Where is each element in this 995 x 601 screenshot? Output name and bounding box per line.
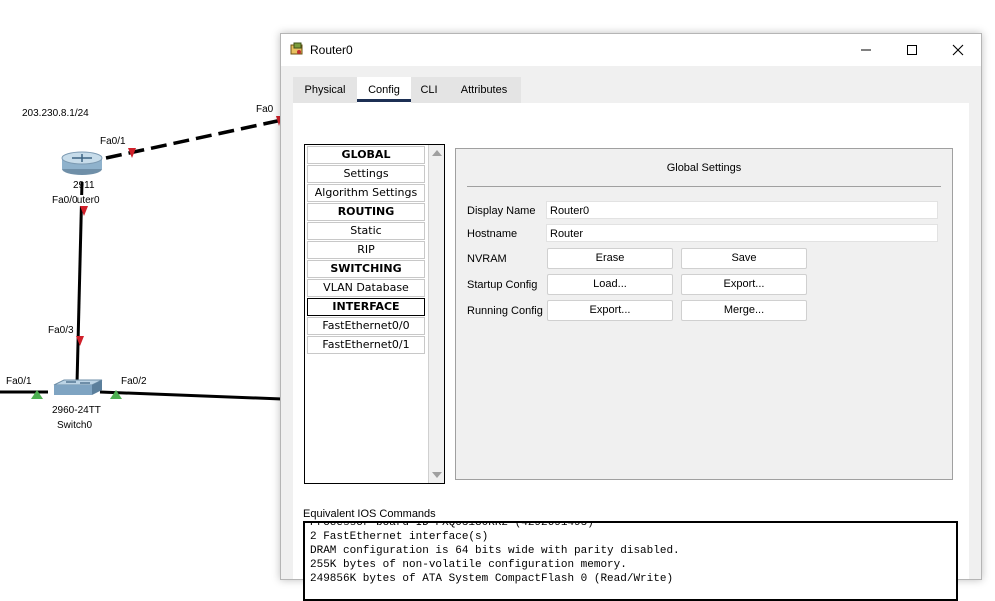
sidebar-item-static[interactable]: Static <box>307 222 425 240</box>
sidebar-header-global[interactable]: GLOBAL <box>307 146 425 164</box>
hostname-field[interactable]: Router <box>546 224 938 242</box>
scroll-down-icon[interactable] <box>432 472 442 478</box>
window-title: Router0 <box>310 43 353 57</box>
sidebar-header-interface[interactable]: INTERFACE <box>307 298 425 316</box>
config-sidebar: GLOBAL Settings Algorithm Settings ROUTI… <box>304 144 445 484</box>
port-label-router-fa0-1: Fa0/1 <box>100 136 126 147</box>
port-label-switch-fa0-3: Fa0/3 <box>48 325 74 336</box>
close-icon <box>952 44 964 56</box>
port-label-fa0: Fa0 <box>256 104 274 115</box>
load-startup-button[interactable]: Load... <box>547 274 673 295</box>
sidebar-header-routing[interactable]: ROUTING <box>307 203 425 221</box>
router-app-icon <box>290 42 303 55</box>
tab-attributes[interactable]: Attributes <box>447 77 521 103</box>
router-name-label: Router0 <box>64 195 100 206</box>
maximize-icon <box>907 45 917 55</box>
switch-name-label: Switch0 <box>57 420 93 431</box>
nvram-label: NVRAM <box>467 253 507 265</box>
merge-running-button[interactable]: Merge... <box>681 300 807 321</box>
tab-cli[interactable]: CLI <box>411 77 447 103</box>
link-router-switch <box>75 181 84 385</box>
panel-divider <box>467 186 941 187</box>
global-settings-panel: Global Settings Display Name Router0 Hos… <box>455 148 953 480</box>
port-label-router-fa0-0: Fa0/0 <box>52 195 78 206</box>
switch-icon <box>53 379 103 395</box>
sidebar-item-algorithm-settings[interactable]: Algorithm Settings <box>307 184 425 202</box>
sidebar-item-vlan-database[interactable]: VLAN Database <box>307 279 425 297</box>
ios-commands-box[interactable]: Processor board ID FXQ05130RR2 (42926914… <box>303 521 958 601</box>
display-name-field[interactable]: Router0 <box>546 201 938 219</box>
switch-model-label: 2960-24TT <box>52 405 101 416</box>
minimize-button[interactable] <box>843 34 889 66</box>
window-client-area: Physical Config CLI Attributes GLOBAL Se… <box>281 66 981 601</box>
ios-line: 255K bytes of non-volatile configuration… <box>310 559 627 571</box>
close-button[interactable] <box>935 34 981 66</box>
ios-line: 2 FastEthernet interface(s) <box>310 531 489 543</box>
sidebar-scrollbar[interactable] <box>428 145 444 483</box>
maximize-button[interactable] <box>889 34 935 66</box>
tab-config[interactable]: Config <box>357 77 411 103</box>
ios-line: DRAM configuration is 64 bits wide with … <box>310 545 680 557</box>
port-label-switch-fa0-2: Fa0/2 <box>121 376 147 387</box>
title-bar[interactable]: Router0 <box>281 34 981 66</box>
ios-commands-text: Processor board ID FXQ05130RR2 (42926914… <box>305 521 680 586</box>
save-button[interactable]: Save <box>681 248 807 269</box>
scroll-up-icon[interactable] <box>432 150 442 156</box>
router-model-label: 2911 <box>73 180 95 191</box>
ios-line: 249856K bytes of ATA System CompactFlash… <box>310 573 674 585</box>
sidebar-item-fastethernet0-1[interactable]: FastEthernet0/1 <box>307 336 425 354</box>
minimize-icon <box>861 49 871 51</box>
sidebar-item-settings[interactable]: Settings <box>307 165 425 183</box>
display-name-label: Display Name <box>467 205 536 217</box>
ip-address-label: 203.230.8.1/24 <box>22 108 89 119</box>
hostname-label: Hostname <box>467 228 518 240</box>
sidebar-item-fastethernet0-0[interactable]: FastEthernet0/0 <box>307 317 425 335</box>
sidebar-item-rip[interactable]: RIP <box>307 241 425 259</box>
export-running-button[interactable]: Export... <box>547 300 673 321</box>
startup-config-label: Startup Config <box>467 279 538 291</box>
tab-physical[interactable]: Physical <box>293 77 357 103</box>
export-startup-button[interactable]: Export... <box>681 274 807 295</box>
sidebar-header-switching[interactable]: SWITCHING <box>307 260 425 278</box>
panel-title: Global Settings <box>666 162 742 174</box>
router-icon <box>61 151 103 175</box>
link-switch-fa0-2 <box>99 390 283 401</box>
ios-line: Processor board ID FXQ05130RR2 (42926914… <box>310 521 594 529</box>
router-config-window: Router0 Physical Config CLI Attributes G… <box>280 33 982 601</box>
port-label-switch-fa0-1: Fa0/1 <box>6 376 32 387</box>
running-config-label: Running Config <box>467 305 543 317</box>
erase-button[interactable]: Erase <box>547 248 673 269</box>
ios-commands-label: Equivalent IOS Commands <box>303 508 436 520</box>
